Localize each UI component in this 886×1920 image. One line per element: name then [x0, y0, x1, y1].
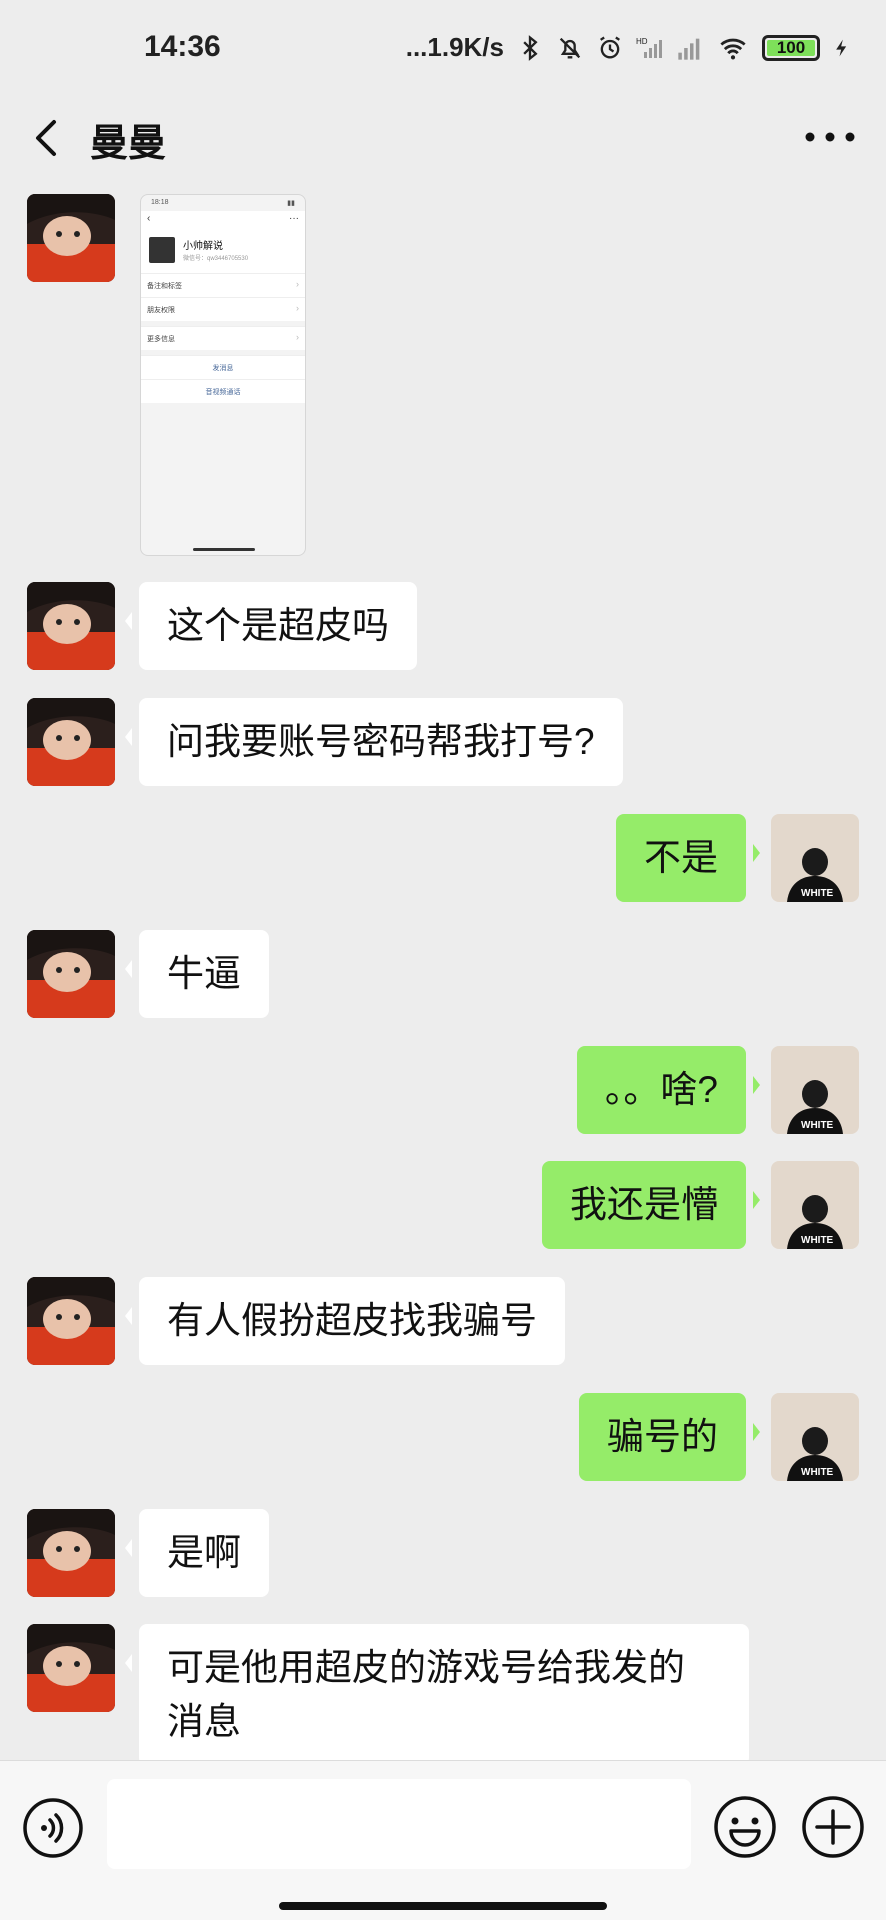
chat-input-bar [0, 1760, 886, 1920]
shot-row: 朋友权限 [141, 297, 305, 321]
message-row-outgoing: 骗号的 WHITE [0, 1393, 886, 1483]
message-bubble[interactable]: 我还是懵 [542, 1161, 760, 1249]
message-bubble[interactable]: 这个是超皮吗 [125, 582, 417, 670]
message-row-outgoing: 不是 WHITE [0, 814, 886, 904]
shot-button: 发消息 [141, 355, 305, 379]
mute-icon [559, 37, 581, 58]
message-bubble[interactable]: 不是 [616, 814, 760, 902]
my-avatar[interactable]: WHITE [771, 1393, 859, 1481]
shot-row: 备注和标签 [141, 273, 305, 297]
message-bubble[interactable]: 可是他用超皮的游戏号给我发的消息 [125, 1624, 749, 1766]
message-row-incoming: 是啊 [0, 1509, 886, 1599]
message-bubble[interactable]: 是啊 [125, 1509, 269, 1597]
message-bubble[interactable]: 牛逼 [125, 930, 269, 1018]
svg-text:HD: HD [636, 37, 648, 46]
contact-avatar[interactable] [27, 1509, 115, 1597]
message-row-incoming: 有人假扮超皮找我骗号 [0, 1277, 886, 1367]
charging-icon [836, 39, 847, 56]
shot-back-icon: ‹ [147, 213, 151, 224]
battery-level: 100 [776, 37, 806, 57]
battery-icon: 100 [762, 34, 820, 61]
my-avatar[interactable]: WHITE [771, 1046, 859, 1134]
hd-signal-icon: HD [636, 37, 662, 58]
message-row-incoming-image: 18:18 ▮▮ ‹ ··· 小帅解说 微信号：qw3446705530 备注和标… [0, 194, 886, 556]
status-icons: ...1.9K/s HD 100 [406, 32, 852, 63]
message-bubble[interactable]: 问我要账号密码帮我打号? [125, 698, 623, 786]
home-indicator[interactable] [279, 1902, 607, 1910]
message-row-incoming: 这个是超皮吗 [0, 582, 886, 672]
chevron-left-icon[interactable] [26, 110, 70, 166]
contact-avatar[interactable] [27, 1277, 115, 1365]
alarm-icon [600, 36, 620, 59]
more-dots-icon[interactable] [804, 122, 856, 152]
shot-status-icons: ▮▮ [287, 200, 295, 207]
svg-text:WHITE: WHITE [801, 888, 834, 899]
chat-title: 曼曼 [90, 123, 167, 165]
shot-name: 小帅解说 [183, 241, 223, 252]
shot-status: 18:18 ▮▮ [141, 195, 305, 211]
network-speed: ...1.9K/s [405, 32, 504, 62]
message-bubble[interactable]: 有人假扮超皮找我骗号 [125, 1277, 565, 1365]
contact-avatar[interactable] [27, 930, 115, 1018]
message-input[interactable] [107, 1779, 691, 1869]
voice-icon[interactable] [22, 1797, 84, 1859]
message-row-outgoing: 我还是懵 WHITE [0, 1161, 886, 1251]
message-row-incoming: 牛逼 [0, 930, 886, 1020]
svg-text:WHITE: WHITE [801, 1120, 834, 1131]
message-row-outgoing: 。。啥? WHITE [0, 1046, 886, 1136]
status-bar: 14:36 ...1.9K/s HD 100 [0, 0, 886, 100]
shot-home-indicator [193, 548, 255, 551]
shot-row: 更多信息 [141, 326, 305, 350]
contact-avatar[interactable] [27, 698, 115, 786]
message-bubble[interactable]: 骗号的 [579, 1393, 760, 1481]
shot-profile: ‹ ··· 小帅解说 微信号：qw3446705530 [141, 211, 305, 273]
svg-text:WHITE: WHITE [801, 1235, 834, 1246]
shared-screenshot-image[interactable]: 18:18 ▮▮ ‹ ··· 小帅解说 微信号：qw3446705530 备注和标… [140, 194, 306, 556]
shot-more-icon: ··· [289, 213, 299, 224]
status-time: 14:36 [144, 30, 221, 63]
chat-header: 曼曼 [0, 92, 886, 184]
svg-text:WHITE: WHITE [801, 1467, 834, 1478]
shot-button: 音视频通话 [141, 379, 305, 403]
contact-avatar[interactable] [27, 194, 115, 282]
wifi-icon [720, 38, 746, 59]
message-row-incoming: 问我要账号密码帮我打号? [0, 698, 886, 788]
contact-avatar[interactable] [27, 1624, 115, 1712]
shot-avatar [149, 237, 175, 263]
bluetooth-icon [523, 34, 538, 61]
message-row-incoming: 可是他用超皮的游戏号给我发的消息 [0, 1624, 886, 1774]
my-avatar[interactable]: WHITE [771, 814, 859, 902]
message-bubble[interactable]: 。。啥? [576, 1046, 761, 1134]
signal-icon [678, 38, 700, 60]
emoji-icon[interactable] [713, 1795, 777, 1859]
contact-avatar[interactable] [27, 582, 115, 670]
shot-status-time: 18:18 [151, 199, 169, 206]
shot-id: 微信号：qw3446705530 [183, 256, 249, 262]
plus-icon[interactable] [801, 1795, 865, 1859]
my-avatar[interactable]: WHITE [771, 1161, 859, 1249]
